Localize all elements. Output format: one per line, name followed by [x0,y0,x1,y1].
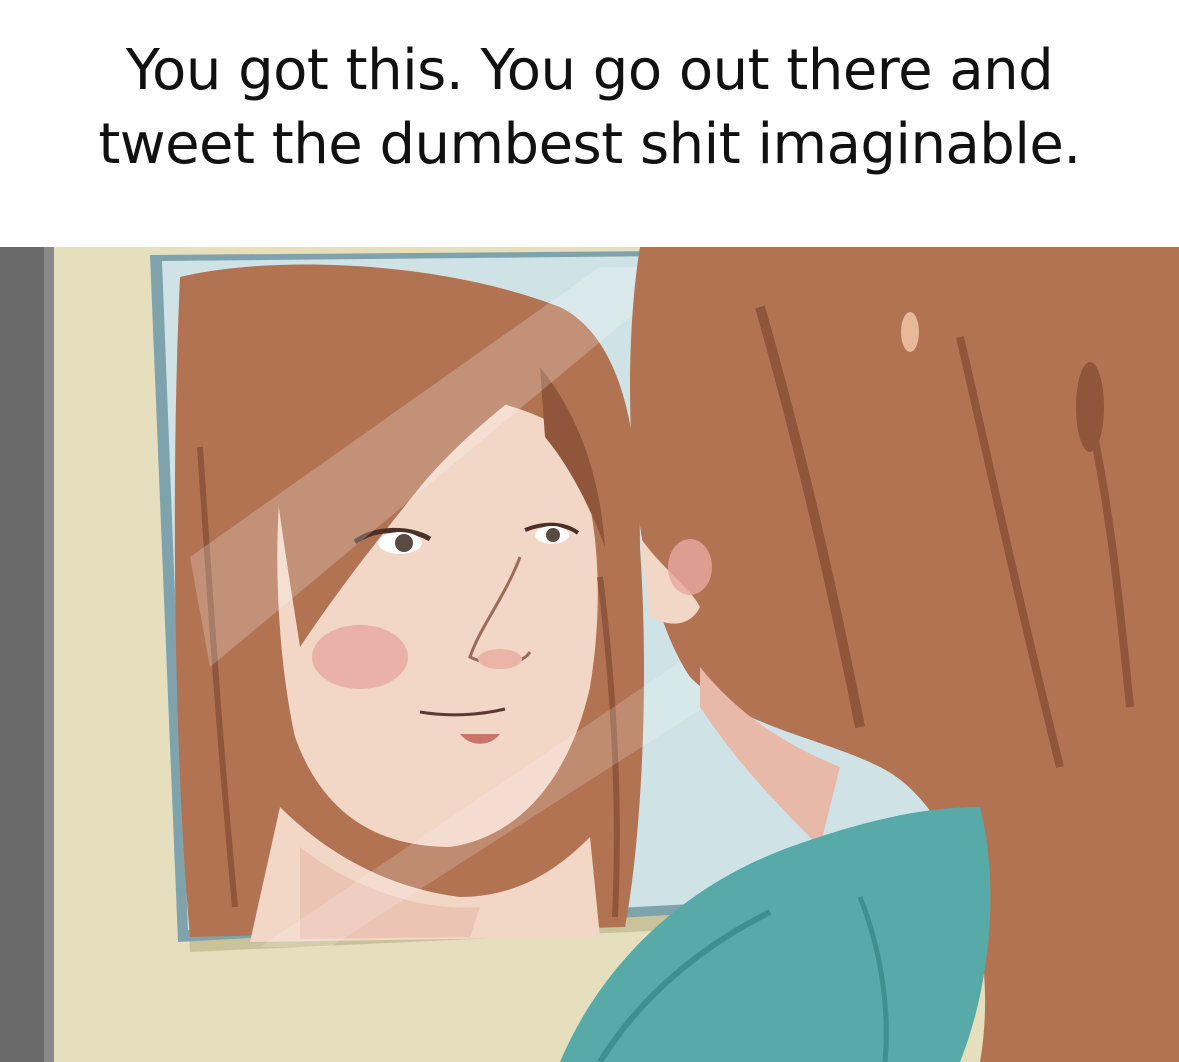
hair-highlight-1 [901,312,919,352]
foreground-blush [668,539,712,595]
reflection-pupil-right [546,528,560,542]
caption-line-1: You got this. You go out there and [125,38,1054,103]
door-edge-highlight [44,247,54,1062]
reflection-pupil-left [395,534,413,552]
hair-shadow-spot [1076,362,1104,452]
reflection-blush [312,625,408,689]
meme-caption: You got this. You go out there and tweet… [0,34,1179,182]
reflection-nose-tip [478,649,522,669]
meme-image: You got this. You go out there and tweet… [0,0,1179,1062]
mirror-reflection-illustration-icon [0,247,1179,1062]
caption-line-2: tweet the dumbest shit imaginable. [98,112,1081,177]
mirror-illustration [0,247,1179,1062]
